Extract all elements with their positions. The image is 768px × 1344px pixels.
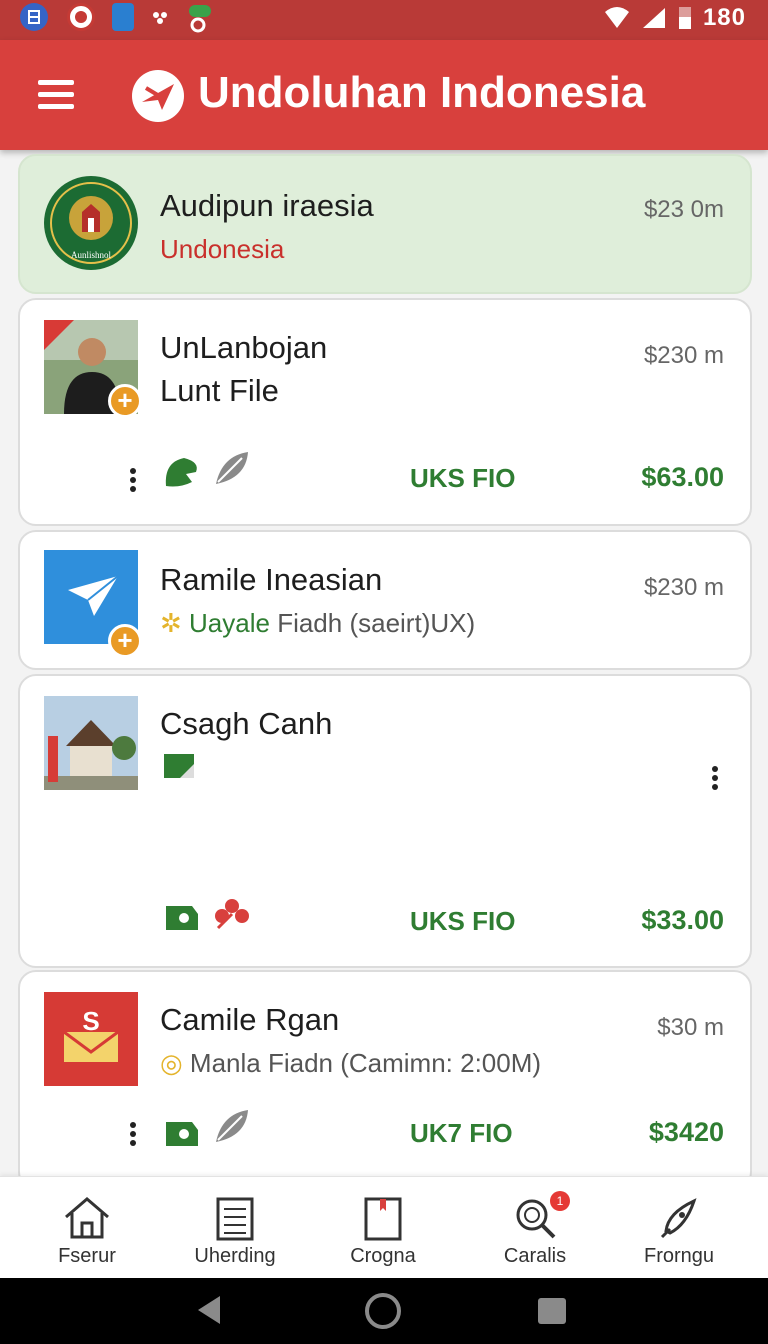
list-item[interactable]: Csagh Canh UKS FIO $33.00 [18,674,752,968]
item-code: UKS FIO [410,463,516,493]
nav-item-home[interactable]: Fserur [12,1177,162,1279]
add-badge-icon[interactable]: + [108,384,142,418]
system-navigation-bar [0,1278,768,1344]
list-item[interactable]: + UnLanbojan Lunt File $230 m UKS FIO $6… [18,298,752,526]
signal-icon [642,8,665,28]
notification-app-icon [150,3,178,31]
home-icon [65,1197,109,1239]
building-thumbnail [44,696,138,790]
notification-app-icon [67,3,95,31]
item-size: $230 m [643,342,724,369]
mail-badge-thumbnail: S [44,992,138,1086]
subtitle-rest: Fiadh (saeirt)UX) [269,608,476,638]
svg-text:S: S [82,1006,99,1036]
app-title: Undoluhan Indonesia [198,68,646,117]
bottom-navigation: Fserur Uherding Crogna 1 Caralis Frorngu [0,1176,768,1278]
nav-label: Uherding [194,1245,276,1267]
nav-label: Crogna [350,1245,416,1267]
item-title: Csagh Canh [160,706,333,741]
more-options-icon[interactable] [712,766,720,790]
green-wallet-icon [166,1122,198,1146]
sun-icon: ✲ [160,608,182,638]
item-title-line2: Lunt File [160,373,279,408]
item-price: $3420 [648,1117,724,1147]
item-code: UK7 FIO [410,1118,513,1148]
list-item[interactable]: Aunlishnol Audipun iraesia Undonesia $23… [18,154,752,294]
item-subtitle: ◎ Manla Fiadn (Camimn: 2:00M) [160,1048,542,1078]
nav-item-rocket[interactable]: Frorngu [604,1177,754,1279]
status-indicators: 180 [603,4,746,32]
item-title: Audipun iraesia [160,188,374,223]
subtitle-highlight: Uayale [189,608,270,638]
item-size: $23 0m [643,196,724,223]
back-icon[interactable] [196,1294,222,1326]
nav-label: Fserur [58,1245,116,1267]
status-bar: 180 [0,0,768,40]
document-icon [216,1197,254,1241]
notification-app-icon [112,3,134,31]
battery-icon [678,7,691,29]
app-bar: Undoluhan Indonesia [0,40,768,150]
more-options-icon[interactable] [130,1122,138,1146]
notification-app-icon [20,3,48,31]
notification-app-icon [186,3,214,33]
nav-item-bookmark[interactable]: Crogna [308,1177,458,1279]
item-subtitle: ✲ Uayale Fiadh (saeirt)UX) [160,608,475,639]
green-leaf-icon [165,458,197,487]
clock: 180 [702,4,746,31]
item-size: $30 m [657,1014,724,1041]
list-item[interactable]: S Camile Rgan ◎ Manla Fiadn (Camimn: 2:0… [18,970,752,1190]
emblem-thumbnail: Aunlishnol [44,176,138,270]
coin-icon: ◎ [160,1048,183,1078]
notification-badge: 1 [550,1191,570,1211]
gray-leaf-icon [216,1110,248,1142]
item-subtitle: Undonesia [160,234,285,264]
tag-icon [164,754,194,778]
item-title: Camile Rgan [160,1002,340,1037]
item-code: UKS FIO [410,906,516,936]
green-wallet-icon [166,906,198,930]
item-size: $230 m [643,574,724,601]
nav-label: Frorngu [643,1245,715,1267]
list-item[interactable]: + Ramile Ineasian ✲ Uayale Fiadh (saeirt… [18,530,752,670]
item-price: $63.00 [641,462,724,492]
home-circle-icon[interactable] [364,1292,402,1330]
red-flower-icon [215,899,249,930]
recents-icon[interactable] [536,1296,568,1326]
plane-logo-icon [132,70,184,122]
gray-leaf-icon [216,452,248,484]
hamburger-icon[interactable] [38,80,74,110]
item-title: Ramile Ineasian [160,562,383,597]
item-title: UnLanbojan [160,330,328,365]
rocket-icon [660,1198,697,1239]
nav-label: Caralis [503,1245,567,1267]
add-badge-icon[interactable]: + [108,624,142,658]
nav-item-document[interactable]: Uherding [160,1177,310,1279]
bookmark-icon [364,1197,402,1241]
more-options-icon[interactable] [130,468,138,492]
svg-text:Aunlishnol: Aunlishnol [71,250,112,260]
nav-item-search[interactable]: 1 Caralis [460,1177,610,1279]
item-price: $33.00 [641,905,724,935]
wifi-icon [604,7,629,28]
